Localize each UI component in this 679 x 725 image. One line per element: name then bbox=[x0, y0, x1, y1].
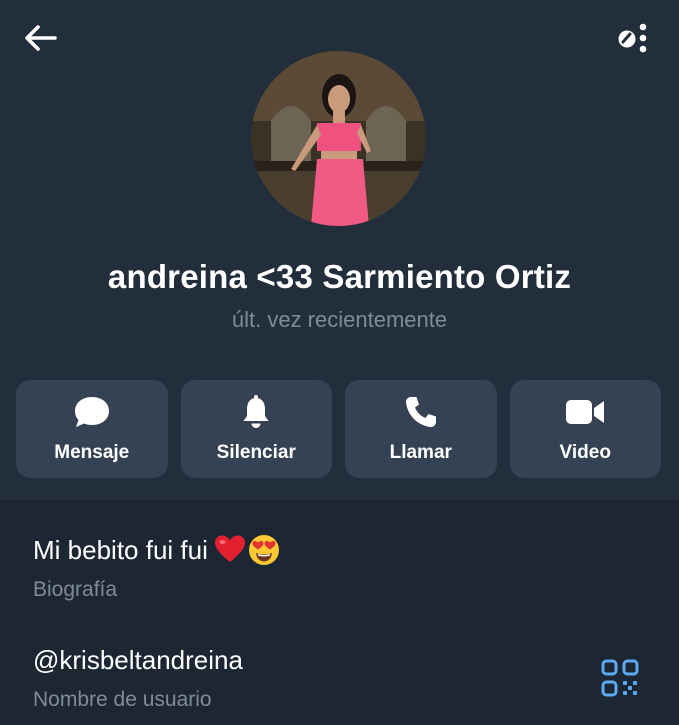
back-button[interactable] bbox=[22, 22, 58, 58]
message-button[interactable]: Mensaje bbox=[16, 380, 168, 478]
video-button-label: Video bbox=[559, 442, 611, 463]
profile-header: andreina <33 Sarmiento Ortiz últ. vez re… bbox=[0, 0, 679, 500]
red-heart-emoji bbox=[214, 535, 245, 562]
message-button-label: Mensaje bbox=[54, 442, 130, 463]
more-options-button[interactable] bbox=[612, 22, 652, 58]
mute-button-label: Silenciar bbox=[216, 442, 296, 463]
profile-name: andreina <33 Sarmiento Ortiz bbox=[107, 258, 572, 295]
mute-button[interactable]: Silenciar bbox=[180, 380, 332, 478]
call-button-label: Llamar bbox=[389, 442, 452, 463]
back-arrow-icon bbox=[23, 23, 57, 58]
more-options-icon bbox=[615, 21, 649, 60]
profile-avatar[interactable] bbox=[251, 51, 426, 226]
video-button[interactable]: Video bbox=[509, 380, 661, 478]
bio-text[interactable]: Mi bebito fui fui bbox=[33, 534, 280, 566]
heart-eyes-face-emoji bbox=[248, 535, 279, 565]
profile-actions: Mensaje Silenciar Llamar Video bbox=[16, 380, 661, 478]
qr-code-button[interactable] bbox=[600, 658, 640, 698]
bio-text-content: Mi bebito fui fui bbox=[33, 534, 208, 565]
bio-label: Biografía bbox=[33, 578, 118, 601]
message-bubble-icon bbox=[73, 394, 111, 430]
bio-emojis bbox=[214, 534, 280, 566]
username-label: Nombre de usuario bbox=[33, 688, 212, 711]
bell-icon bbox=[240, 394, 272, 430]
qr-code-icon bbox=[600, 659, 640, 702]
call-button[interactable]: Llamar bbox=[345, 380, 497, 478]
video-camera-icon bbox=[565, 394, 605, 430]
username-text[interactable]: @krisbeltandreina bbox=[33, 645, 243, 676]
phone-icon bbox=[404, 394, 438, 430]
last-seen-status: últ. vez recientemente bbox=[231, 307, 448, 332]
